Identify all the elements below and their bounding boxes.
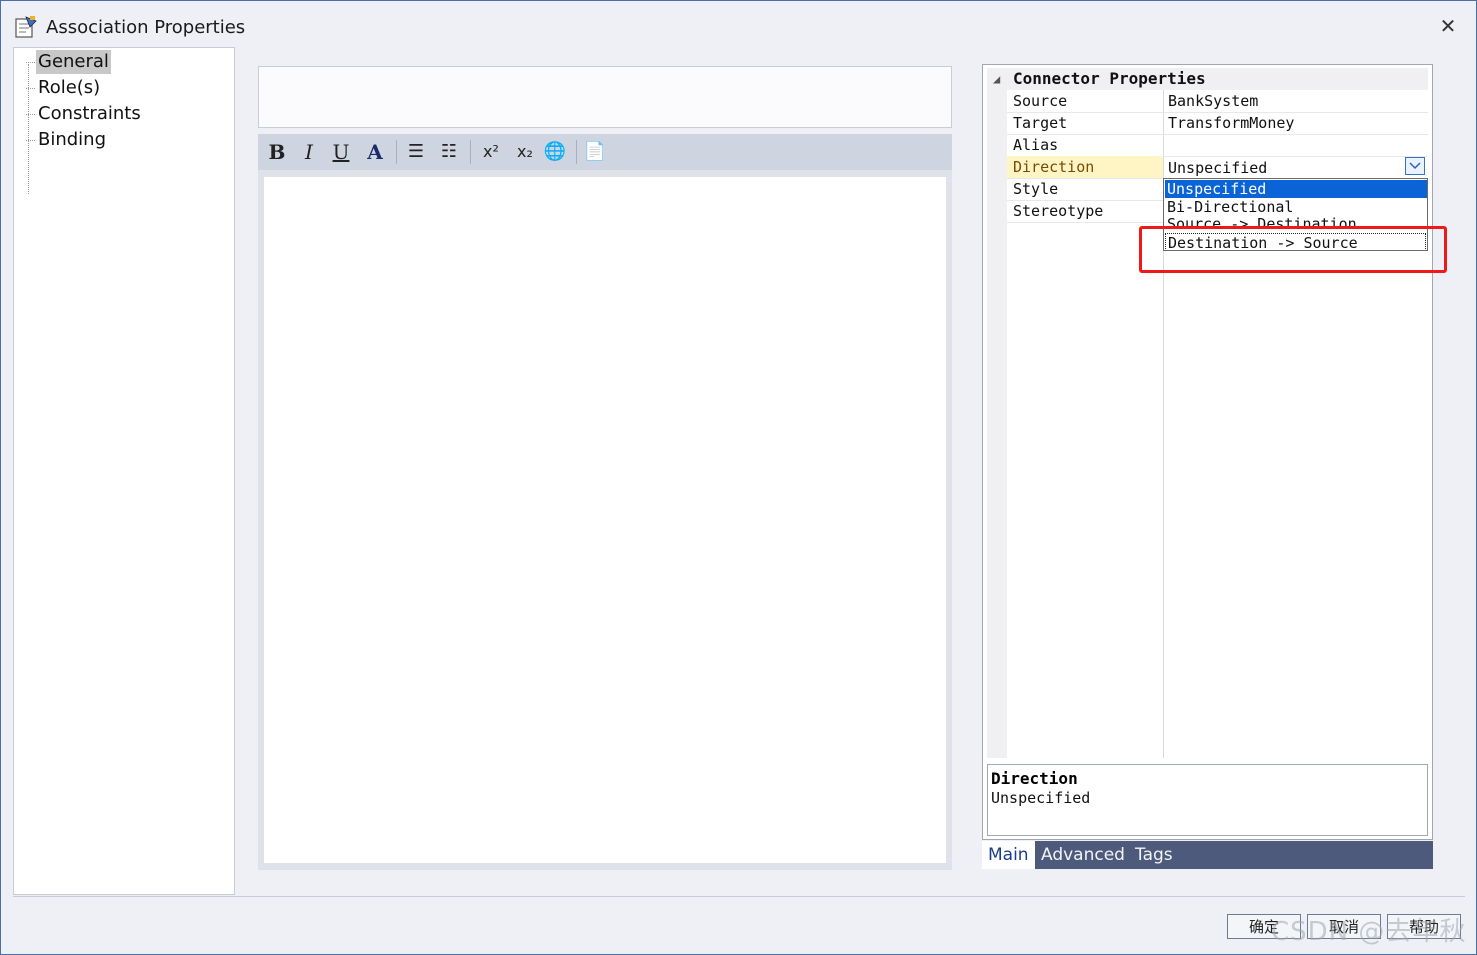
tab-main[interactable]: Main [982, 841, 1035, 869]
tree-connector-line [28, 64, 29, 194]
tree-item-general[interactable]: General [26, 50, 111, 74]
tree-item-constraints[interactable]: Constraints [26, 102, 143, 126]
tree-item-binding[interactable]: Binding [25, 128, 108, 152]
option-unspecified[interactable]: Unspecified [1165, 180, 1427, 198]
subscript-button[interactable]: x₂ [512, 138, 538, 166]
property-description: Direction Unspecified [987, 764, 1428, 836]
close-icon[interactable]: ✕ [1437, 15, 1459, 37]
underline-button[interactable]: U [328, 138, 354, 166]
font-color-button[interactable]: A [362, 138, 388, 166]
document-button[interactable]: 📄 [582, 138, 608, 166]
numbered-list-button[interactable]: ☷ [436, 138, 462, 166]
hyperlink-button[interactable]: 🌐 [542, 138, 568, 166]
red-annotation-box [1139, 226, 1447, 273]
toolbar-separator [396, 140, 397, 164]
italic-button[interactable]: I [296, 138, 322, 166]
property-grid: ◢ Connector Properties Source BankSystem… [987, 68, 1428, 758]
property-row-source[interactable]: Source BankSystem [1007, 90, 1428, 113]
description-value: Unspecified [991, 789, 1091, 807]
property-name: Alias [1013, 136, 1059, 154]
property-name: Style [1013, 180, 1059, 198]
direction-select[interactable]: Unspecified [1168, 159, 1267, 177]
option-bi-directional[interactable]: Bi-Directional [1165, 198, 1427, 216]
property-row-alias[interactable]: Alias [1007, 134, 1428, 157]
property-name: Source [1013, 92, 1068, 110]
bullet-list-button[interactable]: ☰ [403, 138, 429, 166]
properties-window-icon [15, 16, 37, 38]
tab-tags[interactable]: Tags [1129, 841, 1179, 869]
window-title: Association Properties [46, 17, 246, 38]
tab-advanced[interactable]: Advanced [1035, 841, 1131, 869]
property-row-direction[interactable]: Direction Unspecified [1007, 156, 1428, 179]
toolbar-separator [470, 140, 471, 164]
bold-button[interactable]: B [264, 138, 290, 166]
dropdown-button[interactable] [1405, 157, 1425, 175]
property-name: Target [1013, 114, 1068, 132]
connector-properties-section[interactable]: ◢ Connector Properties [987, 68, 1428, 90]
collapse-triangle-icon[interactable]: ◢ [993, 72, 1000, 86]
property-name: Stereotype [1013, 202, 1104, 220]
navigation-tree: General Role(s) Constraints Binding [13, 47, 235, 895]
property-row-target[interactable]: Target TransformMoney [1007, 112, 1428, 135]
notes-editor[interactable] [264, 177, 946, 863]
footer-divider [13, 896, 1465, 897]
property-tabs: Main Advanced Tags [982, 841, 1433, 869]
toolbar-separator [576, 140, 577, 164]
property-name: Direction [1013, 158, 1095, 176]
title-bar: Association Properties ✕ [1, 1, 1476, 45]
description-title: Direction [991, 769, 1078, 788]
section-title: Connector Properties [1013, 69, 1206, 88]
watermark: CSDN @去年秋天一 [1271, 917, 1467, 947]
superscript-button[interactable]: x² [478, 138, 504, 166]
chevron-down-icon [1409, 162, 1421, 170]
tree-item-roles[interactable]: Role(s) [25, 76, 102, 100]
association-properties-dialog: Association Properties ✕ General Role(s)… [0, 0, 1477, 955]
property-gutter [987, 90, 1007, 758]
notes-toolbar: B I U A ☰ ☷ x² x₂ 🌐 📄 [258, 134, 952, 170]
property-value: TransformMoney [1168, 114, 1295, 132]
property-value: BankSystem [1168, 92, 1259, 110]
name-field[interactable] [258, 66, 952, 128]
